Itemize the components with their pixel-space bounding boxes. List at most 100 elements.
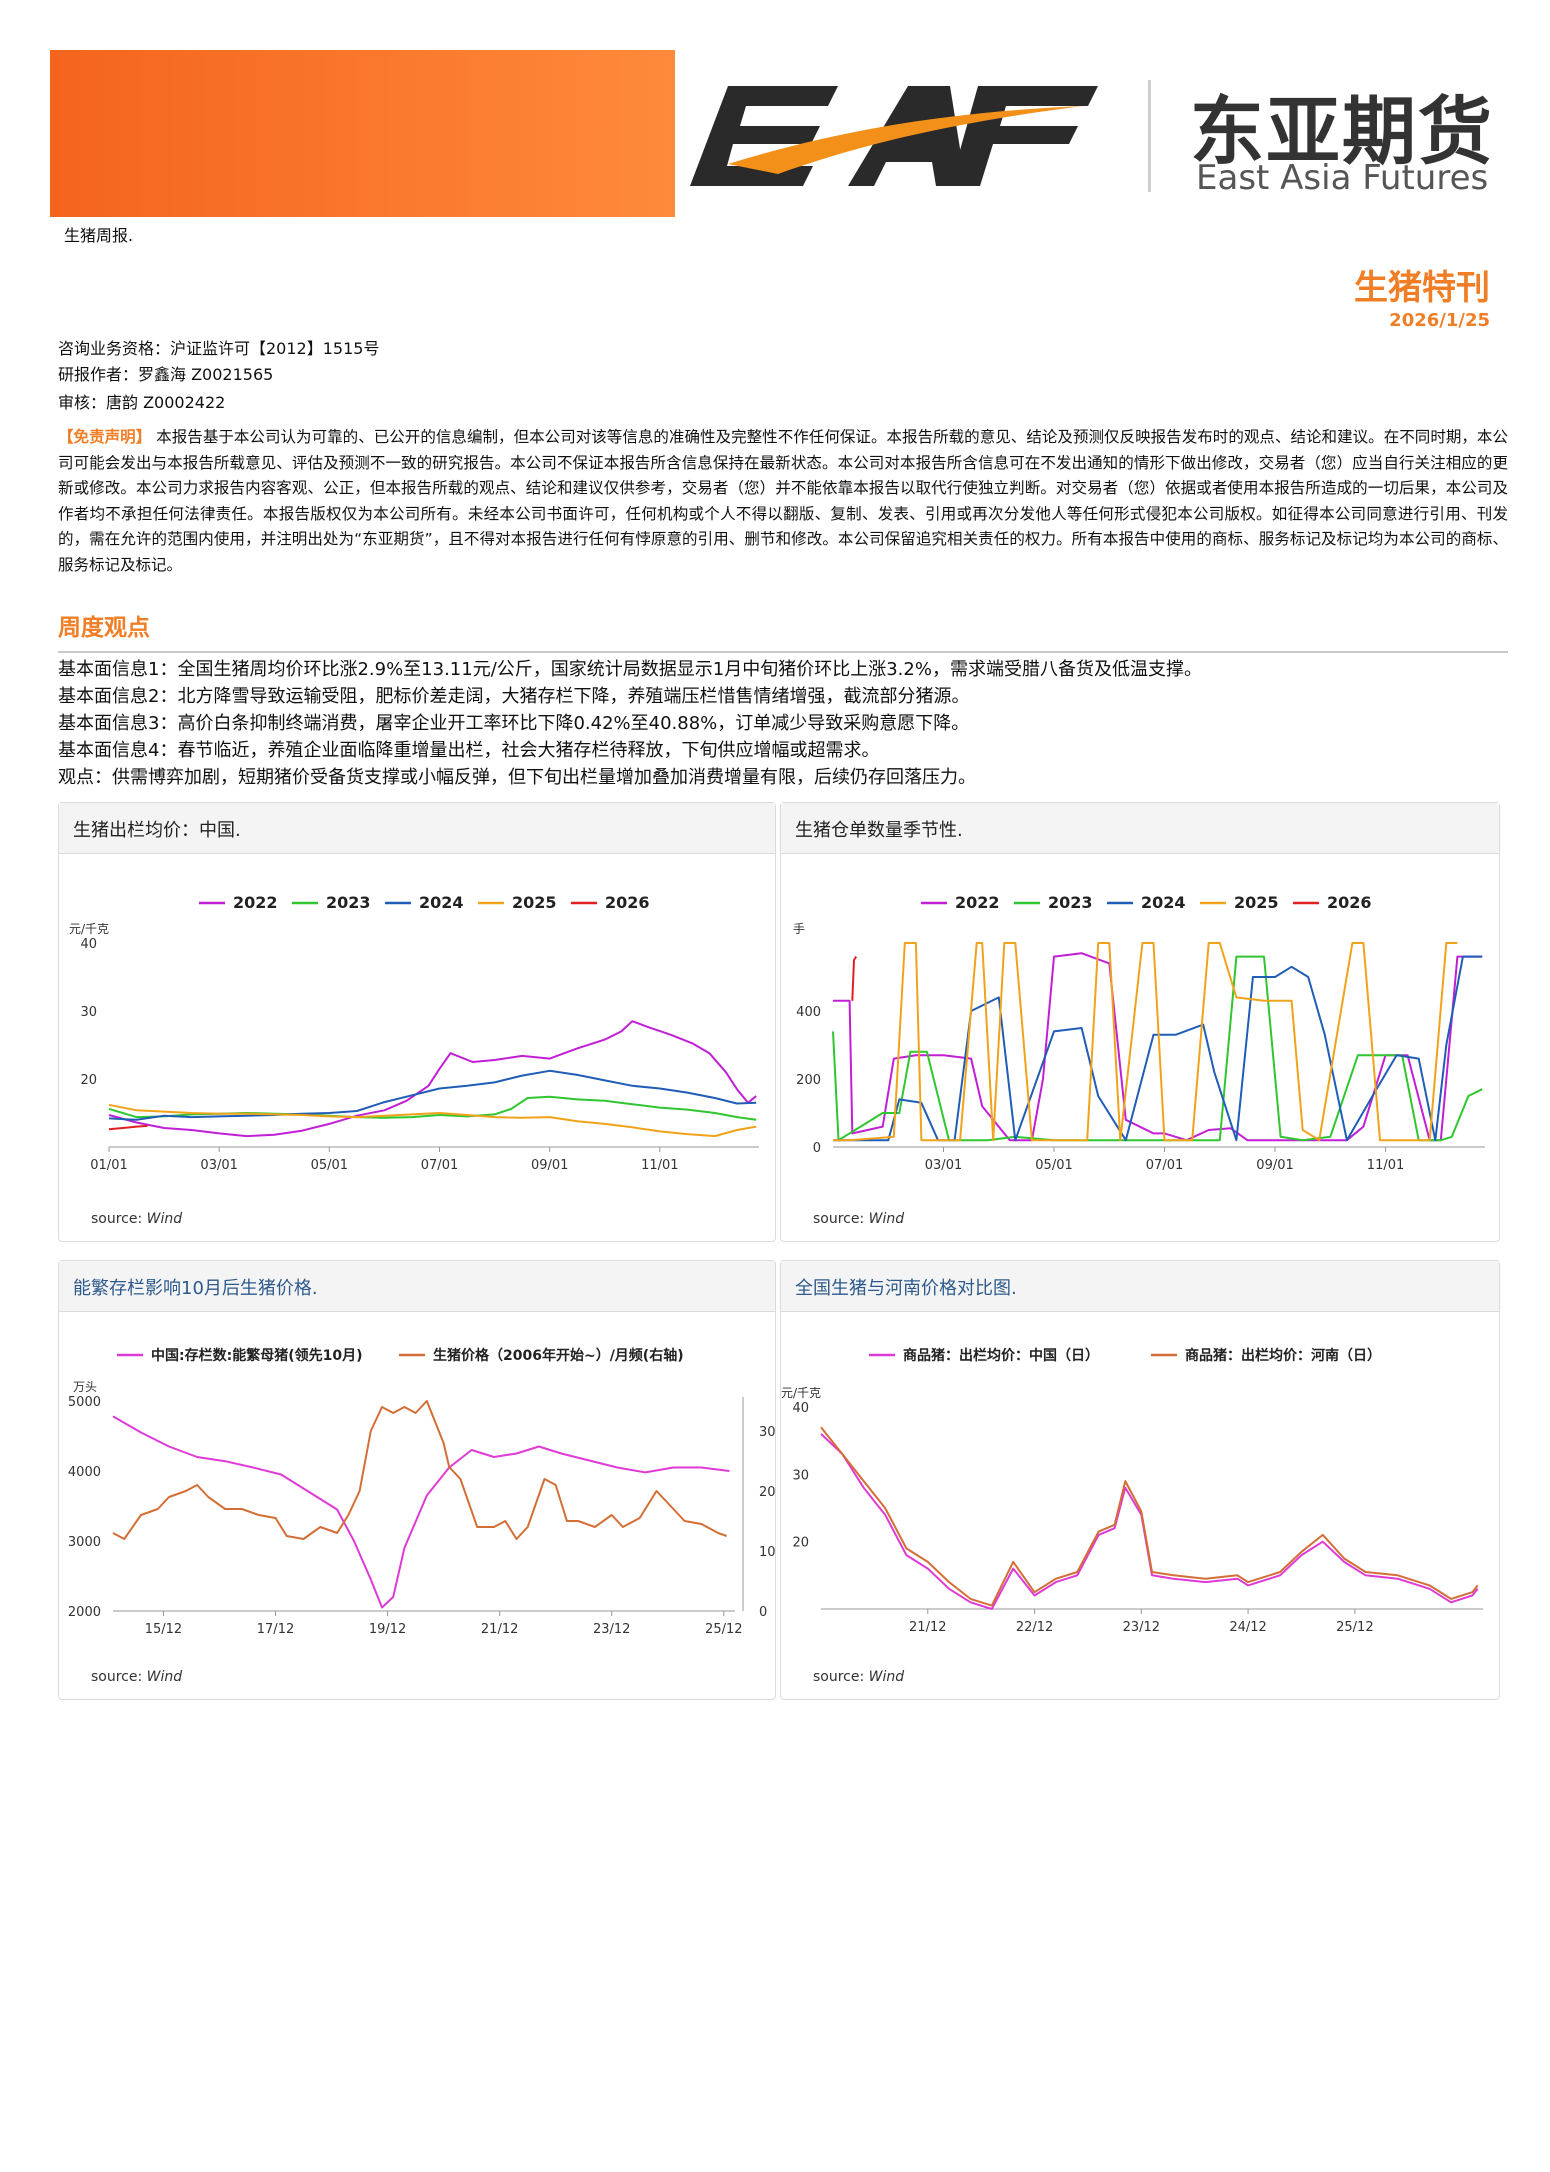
section-title: 周度观点 (58, 615, 150, 641)
legend-label: 2022 (233, 893, 278, 912)
view-label: 基本面信息2 (58, 686, 160, 707)
series-line-2022 (108, 1020, 757, 1138)
y-axis-unit: 万头 (73, 1380, 97, 1394)
view-label: 基本面信息3 (58, 713, 160, 734)
panel-title: 全国生猪与河南价格对比图. (795, 1278, 1017, 1299)
series-line-2023 (832, 955, 1483, 1142)
legend-label: 商品猪：出栏均价：中国（日） (903, 1347, 1099, 1364)
legend-label: 2023 (1048, 893, 1093, 912)
chart-panel-sow-inventory: 能繁存栏影响10月后生猪价格. 万头 2000 3000 4000 5000 0 10 20 3… (58, 1260, 776, 1700)
chart-sow-inventory-vs-price: 万头 2000 3000 4000 5000 0 10 20 30 15/12 17/12 19/12… (68, 1347, 775, 1637)
y-tick-label: 40 (792, 1401, 809, 1416)
legend-label: 2026 (605, 893, 650, 912)
y2-tick-label: 0 (759, 1605, 767, 1620)
view-label: 基本面信息1 (58, 659, 160, 680)
chart-national-vs-henan-price: 元/千克 20 30 40 21/12 22/12 23/12 24/12 25/12 商品猪：出… (781, 1347, 1483, 1635)
y2-tick-label: 10 (759, 1545, 775, 1560)
legend-label: 2025 (512, 893, 557, 912)
y-tick-label: 200 (796, 1073, 821, 1088)
legend-label: 2025 (1234, 893, 1279, 912)
panel-title: 能繁存栏影响10月后生猪价格. (73, 1278, 318, 1299)
series-line-2026 (108, 1124, 148, 1131)
chart-source: source: Wind (91, 1211, 183, 1227)
reviewer-line: 审核：唐韵 Z0002422 (58, 393, 226, 412)
y-tick-label: 2000 (68, 1605, 101, 1620)
panel-title: 生猪仓单数量季节性. (795, 820, 963, 841)
author-line: 研报作者：罗鑫海 Z0021565 (58, 365, 274, 384)
view-text: ：高价白条抑制终端消费，屠宰企业开工率环比下降0.42%至40.88%，订单减少… (159, 713, 970, 734)
chart-hog-price-seasonal: 元/千克 20 30 40 01/01 03/01 05/01 07/01 09/01 11/01… (69, 893, 759, 1173)
series-line-商品猪：出栏均价：河南（日） (820, 1426, 1479, 1607)
view-text: ：北方降雪导致运输受阻，肥标价差走阔，大猪存栏下降，养殖端压栏惜售情绪增强，截流… (159, 686, 970, 707)
y-tick-label: 5000 (68, 1395, 101, 1410)
report-date: 2026/1/25 (1389, 310, 1490, 331)
y-tick-label: 30 (80, 1005, 97, 1020)
x-tick-label: 21/12 (481, 1622, 518, 1637)
legend-label: 生猪价格（2006年开始~）/月频(右轴) (433, 1347, 684, 1364)
legend-label: 中国:存栏数:能繁母猪(领先10月) (151, 1347, 362, 1364)
x-tick-label: 17/12 (257, 1622, 294, 1637)
report-title: 生猪特刊 (1354, 268, 1490, 308)
x-tick-label: 05/01 (1035, 1158, 1072, 1173)
view-item: 基本面信息1：全国生猪周均价环比涨2.9%至13.11元/公斤，国家统计局数据显… (58, 656, 1508, 683)
x-tick-label: 24/12 (1229, 1620, 1266, 1635)
x-tick-label: 22/12 (1016, 1620, 1053, 1635)
logo-divider (1148, 80, 1151, 192)
y-tick-label: 40 (80, 937, 97, 952)
disclaimer-tag: 【免责声明】 (58, 428, 152, 446)
y-axis-unit: 元/千克 (69, 922, 109, 936)
y-tick-label: 400 (796, 1005, 821, 1020)
chart-panel-hog-price: 生猪出栏均价：中国. 元/千克 20 30 40 01/01 03/01 05/01 07/0… (58, 802, 776, 1242)
section-divider (58, 651, 1508, 653)
x-tick-label: 23/12 (1123, 1620, 1160, 1635)
view-item: 基本面信息3：高价白条抑制终端消费，屠宰企业开工率环比下降0.42%至40.88… (58, 710, 1508, 737)
x-tick-label: 11/01 (1367, 1158, 1404, 1173)
legend-label: 2024 (419, 893, 464, 912)
x-tick-label: 25/12 (1336, 1620, 1373, 1635)
disclaimer: 【免责声明】 本报告基于本公司认为可靠的、已公开的信息编制，但本公司对该等信息的… (58, 425, 1508, 579)
panel-header: 生猪仓单数量季节性. (781, 803, 1499, 854)
series-line-商品猪：出栏均价：中国（日） (820, 1433, 1479, 1610)
legend-label: 2023 (326, 893, 371, 912)
qualification-line: 咨询业务资格：沪证监许可【2012】1515号 (58, 339, 380, 358)
x-tick-label: 09/01 (531, 1158, 568, 1173)
chart-source: source: Wind (813, 1669, 905, 1685)
view-label: 基本面信息4 (58, 740, 160, 761)
legend-label: 2026 (1327, 893, 1372, 912)
y-axis-unit: 手 (793, 922, 805, 936)
x-tick-label: 07/01 (1146, 1158, 1183, 1173)
x-tick-label: 09/01 (1256, 1158, 1293, 1173)
view-label: 观点 (58, 767, 94, 788)
view-item: 基本面信息2：北方降雪导致运输受阻，肥标价差走阔，大猪存栏下降，养殖端压栏惜售情… (58, 683, 1508, 710)
chart-panel-national-vs-henan: 全国生猪与河南价格对比图. 元/千克 20 30 40 21/12 22/12 23/12 2… (780, 1260, 1500, 1700)
weekly-view-list: 基本面信息1：全国生猪周均价环比涨2.9%至13.11元/公斤，国家统计局数据显… (58, 656, 1508, 791)
view-item: 基本面信息4：春节临近，养殖企业面临降重增量出栏，社会大猪存栏待释放，下旬供应增… (58, 737, 1508, 764)
x-tick-label: 15/12 (145, 1622, 182, 1637)
series-line-中国:存栏数:能繁母猪(领先10月) (112, 1415, 730, 1609)
x-tick-label: 03/01 (200, 1158, 237, 1173)
legend-label: 2022 (955, 893, 1000, 912)
chart-source: source: Wind (91, 1669, 183, 1685)
y-tick-label: 4000 (68, 1465, 101, 1480)
x-tick-label: 21/12 (909, 1620, 946, 1635)
x-tick-label: 05/01 (311, 1158, 348, 1173)
view-item: 观点：供需博弈加剧，短期猪价受备货支撑或小幅反弹，但下旬出栏量增加叠加消费增量有… (58, 764, 1508, 791)
y-tick-label: 0 (813, 1141, 821, 1156)
panel-title: 生猪出栏均价：中国. (73, 820, 241, 841)
y2-tick-label: 30 (759, 1425, 775, 1440)
disclaimer-text: 本报告基于本公司认为可靠的、已公开的信息编制，但本公司对该等信息的准确性及完整性… (58, 428, 1508, 574)
chart-warehouse-receipts-seasonal: 手 0 200 400 03/01 05/01 07/01 09/01 11/01 2022 202… (793, 893, 1485, 1173)
view-text: ：供需博弈加剧，短期猪价受备货支撑或小幅反弹，但下旬出栏量增加叠加消费增量有限，… (94, 767, 976, 788)
series-line-2024 (833, 955, 1483, 1142)
panel-header: 能繁存栏影响10月后生猪价格. (59, 1261, 775, 1312)
view-text: ：全国生猪周均价环比涨2.9%至13.11元/公斤，国家统计局数据显示1月中旬猪… (159, 659, 1202, 680)
x-tick-label: 03/01 (925, 1158, 962, 1173)
view-text: ：春节临近，养殖企业面临降重增量出栏，社会大猪存栏待释放，下旬供应增幅或超需求。 (159, 740, 880, 761)
legend-label: 商品猪：出栏均价：河南（日） (1185, 1347, 1381, 1364)
eaf-logo (690, 86, 1098, 186)
series-line-2022 (833, 952, 1483, 1142)
x-tick-label: 23/12 (593, 1622, 630, 1637)
x-tick-label: 07/01 (421, 1158, 458, 1173)
x-tick-label: 19/12 (369, 1622, 406, 1637)
chart-panel-warehouse-receipts: 生猪仓单数量季节性. 手 0 200 400 03/01 05/01 07/01 09/01 1… (780, 802, 1500, 1242)
